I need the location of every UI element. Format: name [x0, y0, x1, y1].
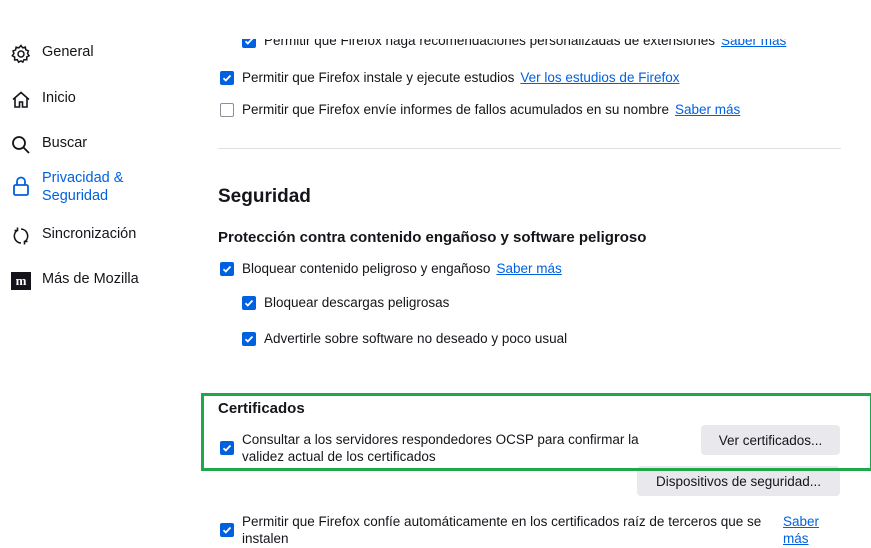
- studies-label: Permitir que Firefox instale y ejecute e…: [242, 70, 515, 85]
- sidebar: General Inicio Buscar Privacidad & Segur…: [0, 0, 200, 548]
- sync-icon: [10, 225, 32, 247]
- block-downloads-row: Bloquear descargas peligrosas: [242, 294, 449, 311]
- sidebar-item-label: Inicio: [42, 90, 76, 106]
- studies-link[interactable]: Ver los estudios de Firefox: [520, 69, 679, 86]
- ocsp-row: Consultar a los servidores respondedores…: [220, 431, 640, 465]
- protection-heading: Protección contra contenido engañoso y s…: [218, 229, 647, 246]
- settings-main: Permitir que Firefox haga recomendacione…: [200, 0, 871, 548]
- sidebar-item-label: Sincronización: [42, 226, 137, 242]
- third-party-root-checkbox[interactable]: [220, 523, 234, 537]
- third-party-root-row: Permitir que Firefox confíe automáticame…: [220, 513, 780, 547]
- sidebar-item-label: Más de Mozilla: [42, 271, 139, 287]
- warn-unwanted-row: Advertirle sobre software no deseado y p…: [242, 330, 567, 347]
- third-party-learn-more-link[interactable]: Saber más: [783, 513, 823, 547]
- warn-unwanted-checkbox[interactable]: [242, 331, 256, 346]
- block-downloads-label: Bloquear descargas peligrosas: [264, 295, 450, 310]
- svg-text:m: m: [16, 273, 27, 288]
- view-certificates-button[interactable]: Ver certificados...: [701, 425, 840, 455]
- block-dangerous-label: Bloquear contenido peligroso y engañoso: [242, 261, 491, 276]
- mozilla-icon: m: [10, 270, 32, 292]
- block-dangerous-learn-more-link[interactable]: Saber más: [496, 260, 561, 277]
- block-downloads-checkbox[interactable]: [242, 295, 256, 310]
- gear-icon: [10, 43, 32, 65]
- crash-reports-learn-more-link[interactable]: Saber más: [675, 101, 740, 118]
- home-icon: [10, 89, 32, 111]
- studies-row: Permitir que Firefox instale y ejecute e…: [220, 69, 679, 86]
- sidebar-item-mozilla[interactable]: m Más de Mozilla: [10, 270, 139, 292]
- crash-reports-checkbox[interactable]: [220, 102, 234, 117]
- crash-reports-row: Permitir que Firefox envíe informes de f…: [220, 101, 740, 118]
- sidebar-item-buscar[interactable]: Buscar: [10, 134, 87, 156]
- sidebar-item-label: Buscar: [42, 135, 88, 151]
- sidebar-item-privacidad[interactable]: Privacidad & Seguridad: [10, 169, 152, 205]
- search-icon: [10, 134, 32, 156]
- studies-checkbox[interactable]: [220, 70, 234, 85]
- block-dangerous-checkbox[interactable]: [220, 261, 234, 276]
- sidebar-item-inicio[interactable]: Inicio: [10, 89, 76, 111]
- warn-unwanted-label: Advertirle sobre software no deseado y p…: [264, 331, 568, 346]
- third-party-root-label: Permitir que Firefox confíe automáticame…: [242, 514, 762, 546]
- ocsp-checkbox[interactable]: [220, 441, 234, 455]
- sidebar-item-label: General: [42, 44, 94, 60]
- sidebar-item-sync[interactable]: Sincronización: [10, 225, 136, 247]
- block-dangerous-row: Bloquear contenido peligroso y engañoso …: [220, 260, 562, 277]
- section-divider: [218, 148, 841, 149]
- certificates-heading: Certificados: [218, 400, 305, 417]
- security-heading: Seguridad: [218, 186, 311, 207]
- ocsp-label: Consultar a los servidores respondedores…: [242, 432, 639, 464]
- lock-icon: [10, 175, 32, 197]
- sidebar-item-label: Privacidad & Seguridad: [42, 170, 124, 204]
- scroll-clip: [200, 0, 871, 39]
- sidebar-item-general[interactable]: General: [10, 43, 94, 65]
- security-devices-button[interactable]: Dispositivos de seguridad...: [637, 466, 840, 496]
- crash-reports-label: Permitir que Firefox envíe informes de f…: [242, 102, 669, 117]
